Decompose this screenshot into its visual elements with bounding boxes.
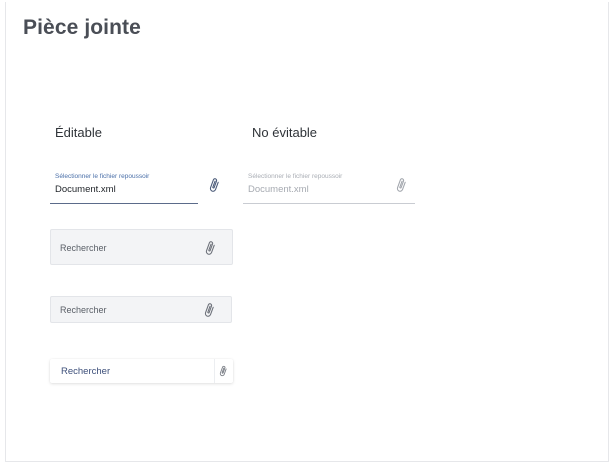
paperclip-icon[interactable]: [217, 364, 229, 378]
paperclip-icon[interactable]: [202, 239, 218, 257]
disabled-file-field: Sélectionner le fichier repoussoir Docum…: [243, 170, 415, 204]
search-placeholder: Rechercher: [60, 305, 107, 315]
editable-file-field[interactable]: Sélectionner le fichier repoussoir Docum…: [50, 170, 219, 204]
page-title: Pièce jointe: [23, 16, 141, 39]
search-attachment-field[interactable]: Rechercher: [50, 296, 232, 323]
search-attachment-field[interactable]: Rechercher: [50, 359, 233, 383]
disabled-column-label: No évitable: [252, 125, 318, 140]
file-field-value[interactable]: Document.xml: [55, 184, 116, 195]
search-placeholder: Rechercher: [60, 243, 107, 253]
search-placeholder: Rechercher: [61, 366, 111, 377]
paperclip-icon: [396, 178, 406, 192]
page-container: Pièce jointe Éditable No évitable Sélect…: [5, 2, 609, 462]
divider: [214, 359, 215, 383]
paperclip-icon[interactable]: [201, 301, 217, 319]
search-attachment-field[interactable]: Rechercher: [50, 229, 233, 265]
editable-column-label: Éditable: [55, 125, 102, 140]
file-field-label: Sélectionner le fichier repoussoir: [248, 173, 343, 180]
file-field-label: Sélectionner le fichier repoussoir: [55, 173, 150, 180]
file-field-value: Document.xml: [248, 184, 309, 195]
paperclip-icon[interactable]: [206, 176, 222, 194]
